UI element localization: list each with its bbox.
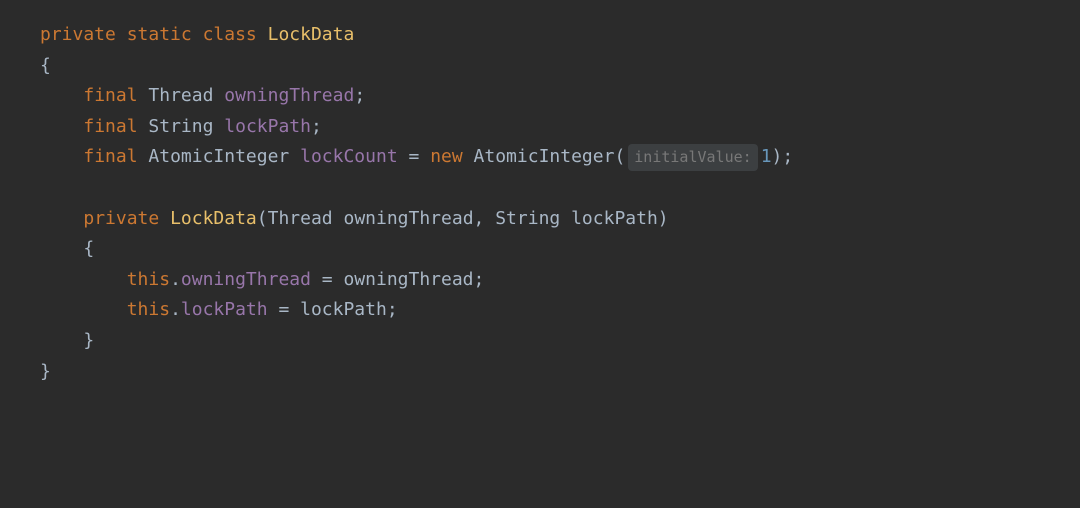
keyword-private: private: [40, 24, 116, 45]
parameter-hint: initialValue:: [628, 144, 757, 172]
variable-name: lockPath: [224, 116, 311, 137]
code-line: }: [40, 357, 1040, 388]
code-editor[interactable]: private static class LockData { final Th…: [40, 20, 1040, 387]
field-access: owningThread: [181, 269, 311, 290]
code-line: {: [40, 51, 1040, 82]
type-identifier: AtomicInteger: [148, 146, 289, 167]
code-line: this.owningThread = owningThread;: [40, 265, 1040, 296]
semicolon: ;: [782, 146, 793, 167]
constructor-call: AtomicInteger: [474, 146, 615, 167]
code-line: private LockData(Thread owningThread, St…: [40, 204, 1040, 235]
field-access: lockPath: [181, 299, 268, 320]
code-line: private static class LockData: [40, 20, 1040, 51]
param-type: String: [495, 208, 560, 229]
keyword-new: new: [430, 146, 463, 167]
constructor-name: LockData: [170, 208, 257, 229]
equals-operator: =: [398, 146, 431, 167]
variable-name: owningThread: [224, 85, 354, 106]
right-paren: ): [772, 146, 783, 167]
variable-name: lockCount: [300, 146, 398, 167]
left-paren: (: [614, 146, 625, 167]
type-identifier: String: [148, 116, 213, 137]
equals-operator: =: [268, 299, 301, 320]
keyword-final: final: [83, 146, 137, 167]
dot-operator: .: [170, 269, 181, 290]
equals-operator: =: [311, 269, 344, 290]
code-line: {: [40, 234, 1040, 265]
param-type: Thread: [268, 208, 333, 229]
param-name: lockPath: [571, 208, 658, 229]
left-paren: (: [257, 208, 268, 229]
identifier: lockPath: [300, 299, 387, 320]
keyword-final: final: [83, 116, 137, 137]
class-identifier: LockData: [268, 24, 355, 45]
type-identifier: Thread: [148, 85, 213, 106]
keyword-this: this: [127, 299, 170, 320]
identifier: owningThread: [343, 269, 473, 290]
close-brace: }: [40, 361, 51, 382]
keyword-static: static: [127, 24, 192, 45]
right-paren: ): [658, 208, 669, 229]
semicolon: ;: [354, 85, 365, 106]
keyword-final: final: [83, 85, 137, 106]
number-literal: 1: [761, 146, 772, 167]
code-line: this.lockPath = lockPath;: [40, 295, 1040, 326]
close-brace: }: [83, 330, 94, 351]
blank-line: [40, 173, 1040, 204]
dot-operator: .: [170, 299, 181, 320]
keyword-class: class: [203, 24, 257, 45]
semicolon: ;: [387, 299, 398, 320]
code-line: final Thread owningThread;: [40, 81, 1040, 112]
comma: ,: [474, 208, 496, 229]
code-line: }: [40, 326, 1040, 357]
semicolon: ;: [311, 116, 322, 137]
code-line: final AtomicInteger lockCount = new Atom…: [40, 142, 1040, 173]
keyword-private: private: [83, 208, 159, 229]
param-name: owningThread: [343, 208, 473, 229]
code-line: final String lockPath;: [40, 112, 1040, 143]
open-brace: {: [40, 55, 51, 76]
semicolon: ;: [474, 269, 485, 290]
open-brace: {: [83, 238, 94, 259]
keyword-this: this: [127, 269, 170, 290]
